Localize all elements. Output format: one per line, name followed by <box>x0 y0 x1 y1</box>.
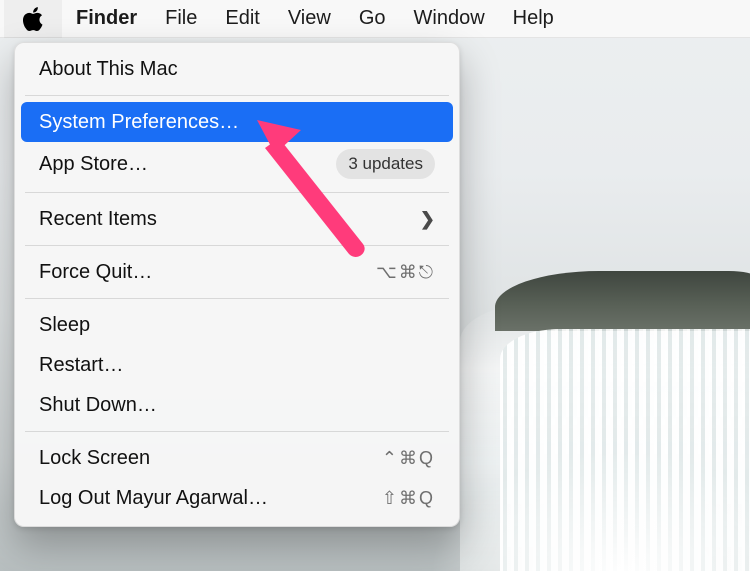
apple-menu-dropdown: About This Mac System Preferences… App S… <box>14 42 460 527</box>
menu-item-sleep[interactable]: Sleep <box>21 305 453 345</box>
menubar: Finder File Edit View Go Window Help <box>0 0 750 38</box>
menu-item-label: Restart… <box>39 352 123 378</box>
menu-item-label: Sleep <box>39 312 90 338</box>
updates-badge: 3 updates <box>336 149 435 179</box>
menubar-item-go[interactable]: Go <box>345 0 400 38</box>
menubar-item-view[interactable]: View <box>274 0 345 38</box>
menu-item-label: About This Mac <box>39 56 178 82</box>
menu-separator <box>25 431 449 432</box>
menu-separator <box>25 95 449 96</box>
menubar-item-help[interactable]: Help <box>499 0 568 38</box>
menu-separator <box>25 245 449 246</box>
keyboard-shortcut: ⌥⌘⎋ <box>376 259 435 285</box>
menu-item-app-store[interactable]: App Store… 3 updates <box>21 142 453 186</box>
menu-item-restart[interactable]: Restart… <box>21 345 453 385</box>
menu-separator <box>25 192 449 193</box>
chevron-right-icon: ❯ <box>420 206 435 232</box>
menu-item-force-quit[interactable]: Force Quit… ⌥⌘⎋ <box>21 252 453 292</box>
menubar-item-finder[interactable]: Finder <box>62 0 151 38</box>
menu-item-system-preferences[interactable]: System Preferences… <box>21 102 453 142</box>
menu-item-recent-items[interactable]: Recent Items ❯ <box>21 199 453 239</box>
keyboard-shortcut: ⇧⌘Q <box>382 485 435 511</box>
menubar-item-file[interactable]: File <box>151 0 211 38</box>
menu-item-label: Log Out Mayur Agarwal… <box>39 485 268 511</box>
menubar-item-edit[interactable]: Edit <box>211 0 273 38</box>
menu-item-label: Force Quit… <box>39 259 152 285</box>
menu-item-lock-screen[interactable]: Lock Screen ⌃⌘Q <box>21 438 453 478</box>
menu-item-label: Shut Down… <box>39 392 157 418</box>
menu-item-label: Recent Items <box>39 206 157 232</box>
menubar-item-window[interactable]: Window <box>400 0 499 38</box>
menu-separator <box>25 298 449 299</box>
menu-item-label: System Preferences… <box>39 109 239 135</box>
menu-item-shut-down[interactable]: Shut Down… <box>21 385 453 425</box>
menu-item-about-this-mac[interactable]: About This Mac <box>21 49 453 89</box>
menu-item-label: App Store… <box>39 151 148 177</box>
menu-item-log-out[interactable]: Log Out Mayur Agarwal… ⇧⌘Q <box>21 478 453 518</box>
menu-item-label: Lock Screen <box>39 445 150 471</box>
apple-menu-button[interactable] <box>4 0 62 38</box>
keyboard-shortcut: ⌃⌘Q <box>382 445 435 471</box>
apple-logo-icon <box>22 7 44 31</box>
